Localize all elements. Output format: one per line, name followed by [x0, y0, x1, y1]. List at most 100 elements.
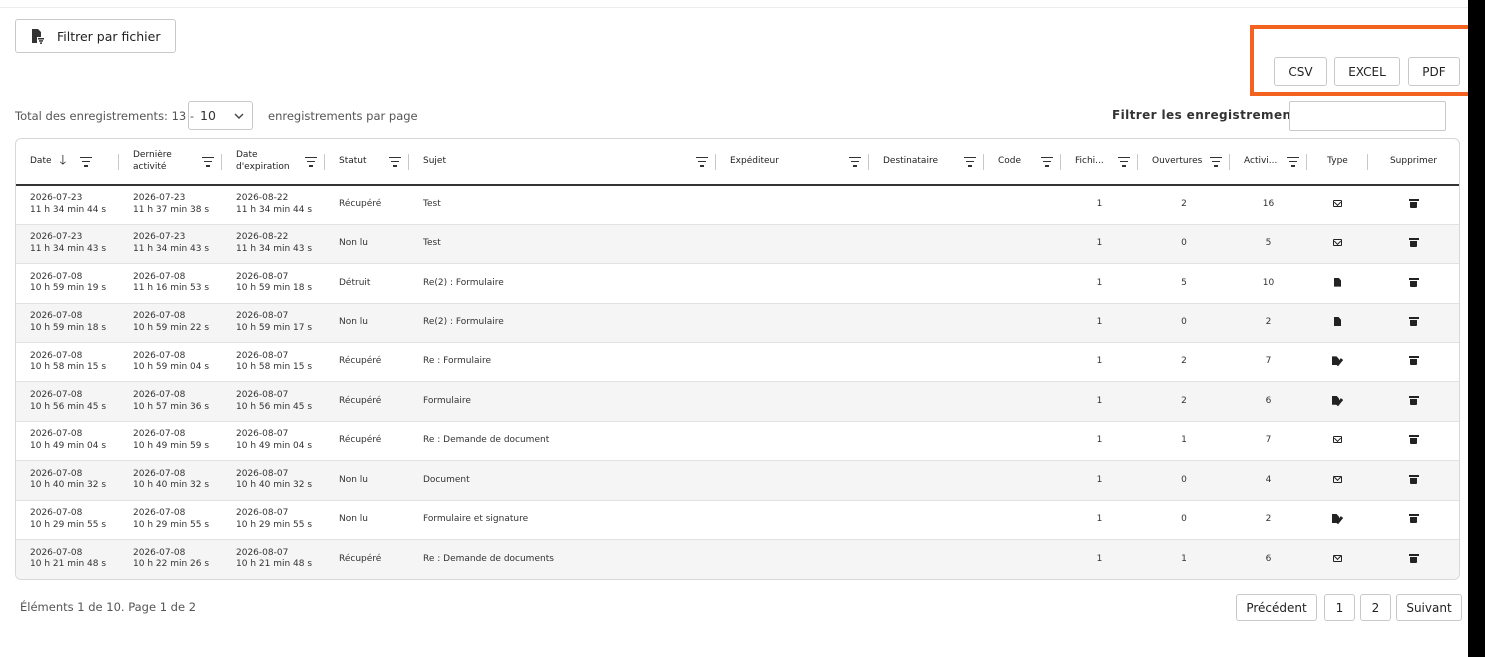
trash-icon[interactable]: [1408, 435, 1419, 445]
col-header-recipient[interactable]: Destinataire: [869, 139, 984, 186]
table-row[interactable]: 2026-07-08 10 h 59 min 19 s 2026-07-08 11 h…: [16, 263, 1459, 304]
filter-icon[interactable]: [849, 156, 861, 167]
date-cell: 2026-07-08 10 h 59 min 18 s: [16, 303, 119, 344]
table-row[interactable]: 2026-07-23 11 h 34 min 44 s 2026-07-23 11 h…: [16, 185, 1459, 225]
last-activity-date: 2026-07-08: [133, 389, 186, 400]
page-size-select[interactable]: 10: [188, 101, 253, 130]
table-row[interactable]: 2026-07-08 10 h 49 min 04 s 2026-07-08 10 h…: [16, 421, 1459, 462]
code-cell: [984, 263, 1061, 304]
activity-cell: 4: [1230, 460, 1307, 501]
type-cell: [1307, 185, 1368, 225]
date-date: 2026-07-08: [30, 468, 83, 479]
table-row[interactable]: 2026-07-08 10 h 56 min 45 s 2026-07-08 10 h…: [16, 381, 1459, 422]
code-cell: [984, 303, 1061, 344]
col-header-sender[interactable]: Expéditeur: [716, 139, 869, 186]
trash-icon[interactable]: [1408, 553, 1419, 563]
code-cell: [984, 224, 1061, 265]
date-date: 2026-07-23: [30, 232, 83, 243]
table-row[interactable]: 2026-07-23 11 h 34 min 43 s 2026-07-23 11 h…: [16, 224, 1459, 265]
files-cell: 1: [1061, 263, 1138, 304]
col-header-expiration-date[interactable]: Date d'expiration: [222, 139, 325, 186]
pdf-export-button[interactable]: PDF: [1408, 57, 1460, 86]
files-cell: 1: [1061, 500, 1138, 541]
type-cell: [1307, 500, 1368, 541]
status-cell: Récupéré: [325, 342, 409, 383]
next-page-button[interactable]: Suivant: [1396, 594, 1462, 621]
expiration-date: 2026-08-07: [236, 547, 289, 558]
col-header-activity[interactable]: Activi...: [1230, 139, 1307, 186]
page-1-button[interactable]: 1: [1324, 594, 1355, 621]
trash-icon[interactable]: [1408, 277, 1419, 287]
sender-cell: [716, 342, 869, 383]
table-row[interactable]: 2026-07-08 10 h 40 min 32 s 2026-07-08 10 h…: [16, 460, 1459, 501]
csv-export-button[interactable]: CSV: [1274, 57, 1327, 86]
trash-icon[interactable]: [1408, 474, 1419, 484]
sort-down-arrow-icon[interactable]: 🡓: [60, 151, 67, 173]
trash-icon[interactable]: [1408, 199, 1419, 209]
status-cell: Non lu: [325, 500, 409, 541]
trash-icon[interactable]: [1408, 238, 1419, 248]
activity-cell: 5: [1230, 224, 1307, 265]
opens-cell: 0: [1138, 500, 1230, 541]
filter-icon[interactable]: [696, 156, 708, 167]
activity-cell: 16: [1230, 185, 1307, 225]
filter-icon[interactable]: [1041, 156, 1053, 167]
date-cell: 2026-07-23 11 h 34 min 43 s: [16, 224, 119, 265]
subject-cell: Re(2) : Formulaire: [409, 263, 716, 304]
col-header-opens[interactable]: Ouvertures: [1138, 139, 1230, 186]
filter-icon[interactable]: [80, 156, 93, 167]
status-cell: Récupéré: [325, 185, 409, 225]
last-activity-time: 10 h 59 min 22 s: [133, 322, 210, 333]
previous-page-button[interactable]: Précédent: [1236, 594, 1317, 621]
page-2-button[interactable]: 2: [1360, 594, 1391, 621]
table-row[interactable]: 2026-07-08 10 h 29 min 55 s 2026-07-08 10 h…: [16, 500, 1459, 541]
col-header-code[interactable]: Code: [984, 139, 1061, 186]
last-activity-time: 10 h 57 min 36 s: [133, 401, 210, 412]
filter-icon[interactable]: [1210, 156, 1222, 167]
trash-icon[interactable]: [1408, 513, 1419, 523]
filter-icon[interactable]: [1118, 156, 1130, 167]
signature-icon: [1332, 514, 1343, 523]
last-activity-time: 11 h 37 min 38 s: [133, 204, 210, 215]
trash-icon[interactable]: [1408, 395, 1419, 405]
signature-icon: [1332, 356, 1343, 365]
pagination-summary: Éléments 1 de 10. Page 1 de 2: [20, 600, 197, 614]
filter-icon[interactable]: [202, 156, 214, 167]
col-header-status[interactable]: Statut: [325, 139, 409, 186]
col-header-date[interactable]: Date 🡓: [16, 139, 119, 186]
date-date: 2026-07-08: [30, 350, 83, 361]
recipient-cell: [869, 539, 984, 579]
delete-cell: [1368, 460, 1459, 501]
col-header-subject[interactable]: Sujet: [409, 139, 716, 186]
filter-icon[interactable]: [389, 156, 401, 167]
table-row[interactable]: 2026-07-08 10 h 21 min 48 s 2026-07-08 10 h…: [16, 539, 1459, 579]
filter-icon[interactable]: [1287, 156, 1299, 167]
date-date: 2026-07-23: [30, 193, 83, 204]
date-date: 2026-07-08: [30, 508, 83, 519]
trash-icon[interactable]: [1408, 317, 1419, 327]
files-cell: 1: [1061, 303, 1138, 344]
trash-icon[interactable]: [1408, 356, 1419, 366]
col-header-files[interactable]: Fichi...: [1061, 139, 1138, 186]
opens-cell: 0: [1138, 460, 1230, 501]
files-cell: 1: [1061, 539, 1138, 579]
last-activity-time: 10 h 29 min 55 s: [133, 519, 210, 530]
expiration-date: 2026-08-22: [236, 193, 289, 204]
filter-by-file-button[interactable]: Filtrer par fichier: [15, 19, 176, 53]
sender-cell: [716, 460, 869, 501]
col-header-last-activity[interactable]: Dernière activité: [119, 139, 222, 186]
code-cell: [984, 500, 1061, 541]
filter-records-input[interactable]: [1289, 101, 1446, 131]
last-activity-cell: 2026-07-08 11 h 16 min 53 s: [119, 263, 222, 304]
expiration-time: 10 h 59 min 17 s: [236, 322, 313, 333]
table-row[interactable]: 2026-07-08 10 h 58 min 15 s 2026-07-08 10 h…: [16, 342, 1459, 383]
table-row[interactable]: 2026-07-08 10 h 59 min 18 s 2026-07-08 10 h…: [16, 303, 1459, 344]
filter-icon[interactable]: [305, 156, 317, 167]
records-table: Date 🡓 Dernière activité Date d'expiratio…: [15, 138, 1460, 580]
expiration-time: 10 h 49 min 04 s: [236, 441, 313, 452]
filter-icon[interactable]: [964, 156, 976, 167]
subject-cell: Re : Demande de document: [409, 421, 716, 462]
excel-export-button[interactable]: EXCEL: [1334, 57, 1400, 86]
date-date: 2026-07-08: [30, 389, 83, 400]
files-cell: 1: [1061, 185, 1138, 225]
